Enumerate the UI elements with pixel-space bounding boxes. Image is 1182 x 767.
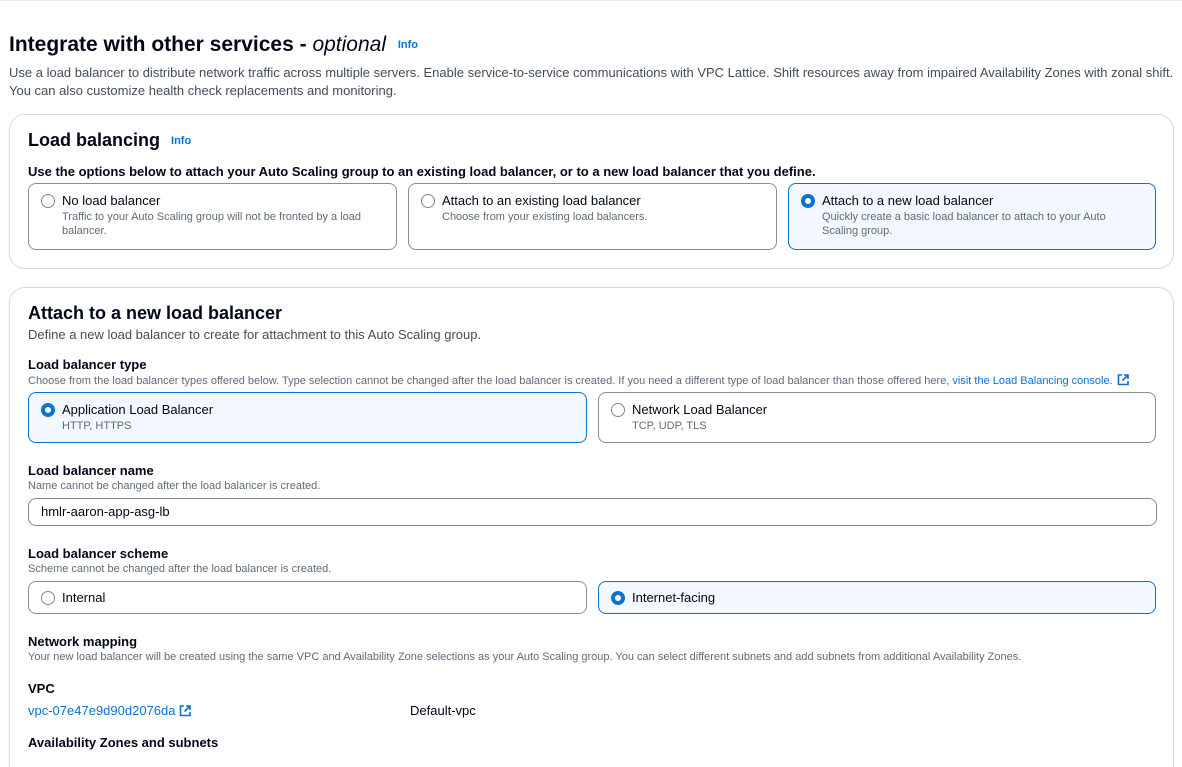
- top-divider: [0, 0, 1182, 1]
- vpc-label: VPC: [28, 681, 55, 696]
- lb-type-hint: Choose from the load balancer types offe…: [28, 374, 1129, 387]
- vpc-id-link[interactable]: vpc-07e47e9d90d2076da: [28, 703, 192, 718]
- option-description: HTTP, HTTPS: [62, 420, 132, 432]
- load-balancing-heading: Load balancing: [28, 130, 161, 150]
- external-link-icon: [180, 705, 192, 717]
- option-description: TCP, UDP, TLS: [632, 420, 707, 432]
- lb-name-input[interactable]: hmlr-aaron-app-asg-lb: [28, 498, 1157, 526]
- lb-scheme-hint: Scheme cannot be changed after the load …: [28, 563, 332, 575]
- radio-internet-facing[interactable]: [611, 591, 625, 605]
- network-mapping-hint: Your new load balancer will be created u…: [28, 651, 1022, 663]
- az-subnets-label: Availability Zones and subnets: [28, 735, 219, 750]
- option-title: Attach to a new load balancer: [822, 193, 994, 208]
- network-mapping-label: Network mapping: [28, 634, 138, 649]
- option-internal[interactable]: Internal: [28, 581, 587, 614]
- lb-scheme-label: Load balancer scheme: [28, 546, 169, 561]
- option-new-load-balancer[interactable]: Attach to a new load balancer Quickly cr…: [788, 183, 1156, 250]
- option-title: No load balancer: [62, 193, 161, 208]
- radio-application-lb[interactable]: [41, 403, 55, 417]
- option-title: Internal: [62, 590, 106, 605]
- option-no-load-balancer[interactable]: No load balancer Traffic to your Auto Sc…: [28, 183, 397, 250]
- radio-internal[interactable]: [41, 591, 55, 605]
- section-description: Use a load balancer to distribute networ…: [9, 65, 1174, 98]
- load-balancing-instruction: Use the options below to attach your Aut…: [28, 164, 816, 179]
- option-internet-facing[interactable]: Internet-facing: [598, 581, 1156, 614]
- radio-new-load-balancer[interactable]: [801, 194, 815, 208]
- option-title: Network Load Balancer: [632, 402, 768, 417]
- external-link-icon: [1117, 374, 1129, 386]
- vpc-id-text: vpc-07e47e9d90d2076da: [28, 703, 176, 718]
- option-title: Application Load Balancer: [62, 402, 214, 417]
- new-lb-title: Attach to a new load balancer: [28, 303, 283, 323]
- lb-name-hint: Name cannot be changed after the load ba…: [28, 480, 321, 492]
- lb-name-label: Load balancer name: [28, 463, 154, 478]
- load-balancing-info-link[interactable]: Info: [171, 135, 191, 147]
- load-balancing-title: Load balancing Info: [28, 130, 191, 151]
- lb-console-link-text: visit the Load Balancing console.: [952, 375, 1113, 387]
- lb-type-label: Load balancer type: [28, 357, 147, 372]
- option-existing-load-balancer[interactable]: Attach to an existing load balancer Choo…: [408, 183, 777, 250]
- lb-type-hint-text: Choose from the load balancer types offe…: [28, 375, 953, 387]
- section-title: Integrate with other services -: [9, 33, 313, 56]
- option-title: Attach to an existing load balancer: [442, 193, 641, 208]
- lb-console-link[interactable]: visit the Load Balancing console.: [952, 374, 1129, 387]
- option-description: Quickly create a basic load balancer to …: [822, 211, 1106, 237]
- section-info-link[interactable]: Info: [398, 39, 418, 51]
- section-title-optional: optional: [312, 33, 386, 56]
- option-description: Traffic to your Auto Scaling group will …: [62, 211, 362, 237]
- vpc-name: Default-vpc: [410, 703, 476, 718]
- page-title: Integrate with other services - optional…: [9, 33, 418, 57]
- new-lb-description: Define a new load balancer to create for…: [28, 327, 482, 342]
- option-network-lb[interactable]: Network Load Balancer TCP, UDP, TLS: [598, 392, 1156, 443]
- option-application-lb[interactable]: Application Load Balancer HTTP, HTTPS: [28, 392, 587, 443]
- radio-existing-load-balancer[interactable]: [421, 194, 435, 208]
- radio-network-lb[interactable]: [611, 403, 625, 417]
- radio-no-load-balancer[interactable]: [41, 194, 55, 208]
- load-balancing-container: Load balancing Info Use the options belo…: [9, 114, 1174, 269]
- option-description: Choose from your existing load balancers…: [442, 211, 648, 223]
- new-load-balancer-container: Attach to a new load balancer Define a n…: [9, 287, 1174, 767]
- option-title: Internet-facing: [632, 590, 716, 605]
